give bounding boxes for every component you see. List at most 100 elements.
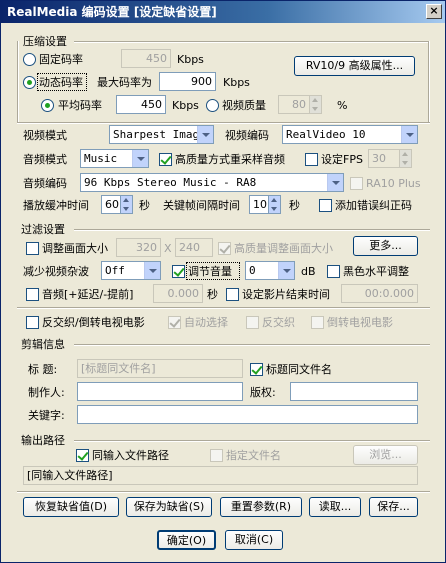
fixed-bitrate-radio[interactable] bbox=[23, 53, 36, 66]
reset-params-button[interactable]: 重置参数(R) bbox=[220, 497, 302, 517]
noise-reduction-select[interactable]: Off bbox=[101, 261, 161, 280]
seconds-label: 秒 bbox=[207, 288, 218, 301]
audio-delay-label: 音频[+延迟/-提前] bbox=[42, 288, 134, 301]
browse-button[interactable]: 浏览... bbox=[353, 445, 418, 465]
ra10-plus-checkbox[interactable] bbox=[350, 177, 363, 190]
audio-codec-select[interactable]: 96 Kbps Stereo Music - RA8 bbox=[80, 173, 344, 192]
hq-resample-label: 高质量方式重采样音频 bbox=[175, 153, 285, 166]
video-quality-field[interactable]: 80 bbox=[278, 95, 310, 114]
inverse-telecine-checkbox[interactable] bbox=[311, 316, 324, 329]
fixed-bitrate-field[interactable]: 450 bbox=[121, 49, 171, 68]
auto-select-label: 自动选择 bbox=[184, 316, 228, 329]
set-end-time-checkbox[interactable] bbox=[226, 288, 239, 301]
db-label: dB bbox=[301, 265, 316, 278]
title-bar[interactable]: RealMedia 编码设置 [设定缺省设置] × bbox=[1, 1, 445, 23]
video-mode-value: Sharpest Image bbox=[113, 128, 206, 141]
load-button[interactable]: 读取... bbox=[309, 497, 361, 517]
chevron-down-icon[interactable] bbox=[327, 174, 343, 191]
buffer-time-label: 播放缓冲时间 bbox=[23, 199, 89, 212]
audio-mode-label: 音频模式 bbox=[23, 153, 67, 166]
volume-label: 调节音量 bbox=[188, 265, 232, 278]
buffer-time-spinner[interactable] bbox=[121, 195, 133, 214]
more-button[interactable]: 更多... bbox=[353, 236, 418, 256]
avg-bitrate-radio[interactable] bbox=[41, 99, 54, 112]
resize-label: 调整画面大小 bbox=[42, 242, 108, 255]
error-correction-checkbox[interactable] bbox=[319, 199, 332, 212]
audio-delay-checkbox[interactable] bbox=[26, 288, 39, 301]
divider bbox=[74, 229, 430, 231]
chevron-down-icon[interactable] bbox=[197, 126, 213, 143]
audio-delay-field[interactable]: 0.000 bbox=[153, 284, 203, 303]
video-quality-label: 视频质量 bbox=[222, 99, 266, 112]
copyright-label: 版权: bbox=[250, 386, 276, 399]
audio-mode-select[interactable]: Music bbox=[80, 149, 149, 168]
divider bbox=[74, 41, 428, 43]
video-codec-select[interactable]: RealVideo 10 bbox=[282, 125, 418, 144]
set-fps-checkbox[interactable] bbox=[305, 153, 318, 166]
video-codec-label: 视频编码 bbox=[225, 129, 269, 142]
divider bbox=[17, 491, 430, 493]
output-path-field[interactable]: [同输入文件路径] bbox=[23, 466, 418, 485]
rv-advanced-button[interactable]: RV10/9 高级属性... bbox=[294, 56, 415, 76]
title-field[interactable]: [标题同文件名] bbox=[77, 359, 243, 378]
seconds-label: 秒 bbox=[139, 199, 150, 212]
chevron-down-icon[interactable] bbox=[144, 262, 160, 279]
avg-bitrate-field[interactable]: 450 bbox=[116, 95, 166, 114]
volume-select[interactable]: 0 bbox=[245, 261, 295, 280]
resize-checkbox[interactable] bbox=[26, 242, 39, 255]
ok-button[interactable]: 确定(O) bbox=[157, 530, 216, 550]
video-codec-value: RealVideo 10 bbox=[286, 128, 366, 141]
buffer-time-field[interactable]: 60 bbox=[101, 195, 121, 214]
quality-spinner[interactable] bbox=[310, 95, 322, 114]
restore-defaults-button[interactable]: 恢复缺省值(D) bbox=[23, 497, 119, 517]
chevron-down-icon[interactable] bbox=[401, 126, 417, 143]
video-mode-select[interactable]: Sharpest Image bbox=[109, 125, 214, 144]
cancel-button[interactable]: 取消(C) bbox=[225, 530, 283, 550]
video-quality-radio[interactable] bbox=[206, 99, 219, 112]
height-field[interactable]: 240 bbox=[175, 238, 213, 257]
keyframe-field[interactable]: 10 bbox=[249, 195, 269, 214]
same-input-path-checkbox[interactable] bbox=[76, 449, 89, 462]
audio-codec-value: 96 Kbps Stereo Music - RA8 bbox=[84, 176, 257, 189]
video-mode-label: 视频模式 bbox=[23, 129, 67, 142]
keyframe-spinner[interactable] bbox=[269, 195, 281, 214]
hq-resample-checkbox[interactable] bbox=[159, 153, 172, 166]
avg-bitrate-label: 平均码率 bbox=[58, 99, 102, 112]
output-section-title: 输出路径 bbox=[21, 434, 65, 447]
divider bbox=[74, 344, 430, 346]
deinterlace-only-checkbox[interactable] bbox=[246, 316, 259, 329]
encoder-settings-window: RealMedia 编码设置 [设定缺省设置] × 压缩设置 固定码率 450 … bbox=[0, 0, 446, 563]
save-as-default-button[interactable]: 保存为缺省(S) bbox=[126, 497, 212, 517]
window-title: RealMedia 编码设置 [设定缺省设置] bbox=[7, 5, 217, 19]
percent-label: % bbox=[337, 99, 348, 112]
deinterlace-checkbox[interactable] bbox=[26, 316, 39, 329]
fixed-bitrate-label: 固定码率 bbox=[39, 53, 83, 66]
author-field[interactable] bbox=[77, 382, 243, 401]
fps-field[interactable]: 30 bbox=[368, 149, 400, 168]
specify-filename-label: 指定文件名 bbox=[226, 449, 281, 462]
divider bbox=[428, 41, 430, 123]
specify-filename-checkbox[interactable] bbox=[210, 449, 223, 462]
black-level-label: 黑色水平调整 bbox=[343, 265, 409, 278]
chevron-down-icon[interactable] bbox=[132, 150, 148, 167]
chevron-down-icon[interactable] bbox=[278, 262, 294, 279]
max-bitrate-label: 最大码率为 bbox=[97, 76, 152, 89]
volume-checkbox[interactable] bbox=[172, 265, 185, 278]
error-correction-label: 添加错误纠正码 bbox=[335, 199, 412, 212]
copyright-field[interactable] bbox=[290, 382, 418, 401]
close-button[interactable]: × bbox=[426, 4, 442, 19]
hq-resize-checkbox[interactable] bbox=[218, 242, 231, 255]
ra10-plus-label: RA10 Plus bbox=[366, 177, 421, 190]
width-field[interactable]: 320 bbox=[116, 238, 161, 257]
dynamic-bitrate-radio[interactable] bbox=[23, 76, 36, 89]
save-button[interactable]: 保存... bbox=[369, 497, 418, 517]
keywords-field[interactable] bbox=[77, 405, 418, 424]
audio-mode-value: Music bbox=[84, 152, 118, 165]
end-time-field[interactable]: 00:0.000 bbox=[341, 284, 418, 303]
auto-select-checkbox[interactable] bbox=[168, 316, 181, 329]
set-fps-label: 设定FPS bbox=[321, 153, 363, 166]
fps-spinner[interactable] bbox=[400, 149, 412, 168]
max-bitrate-field[interactable]: 900 bbox=[159, 72, 216, 91]
title-same-as-file-checkbox[interactable] bbox=[250, 363, 263, 376]
black-level-checkbox[interactable] bbox=[327, 265, 340, 278]
